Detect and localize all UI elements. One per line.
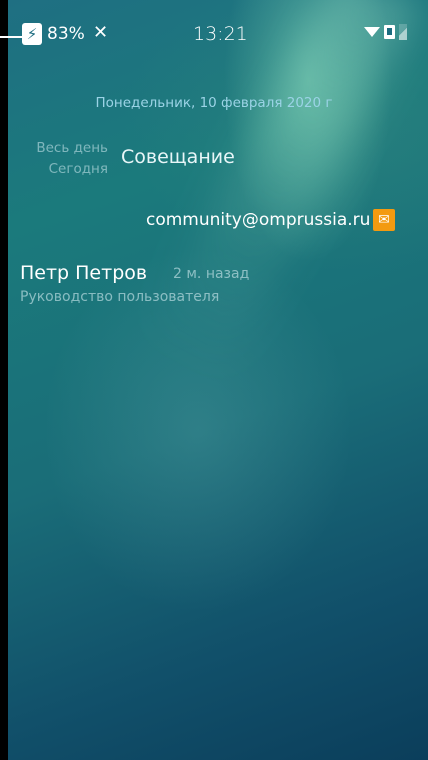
charging-bolt-icon: ⚡ [22, 23, 42, 45]
lock-screen [8, 0, 428, 760]
event-date: Понедельник, 10 февраля 2020 г [95, 95, 333, 111]
tools-icon: ✕ [93, 22, 109, 43]
screen-edge [0, 0, 8, 760]
sim-icon [384, 25, 395, 39]
status-bar: ⚡ 83% ✕ 13:21 [0, 0, 428, 60]
notification-subject[interactable]: Руководство пользователя [20, 289, 219, 305]
notification-time: 2 м. назад [173, 266, 250, 282]
notification-sender[interactable]: Петр Петров [20, 262, 147, 284]
today-label: Сегодня [48, 161, 108, 177]
exchange-icon: ✉ [373, 209, 395, 231]
battery-percent: 83% [47, 24, 85, 44]
clock: 13:21 [193, 23, 248, 45]
connectivity-icons [364, 24, 407, 40]
all-day-label: Весь день [36, 140, 108, 156]
email-account[interactable]: community@omprussia.ru [146, 210, 370, 230]
signal-icon [399, 24, 407, 40]
event-time: Весь день Сегодня [28, 138, 108, 180]
event-title[interactable]: Совещание [121, 146, 235, 168]
wifi-icon [364, 27, 380, 37]
battery-indicator: ⚡ 83% [22, 23, 85, 45]
